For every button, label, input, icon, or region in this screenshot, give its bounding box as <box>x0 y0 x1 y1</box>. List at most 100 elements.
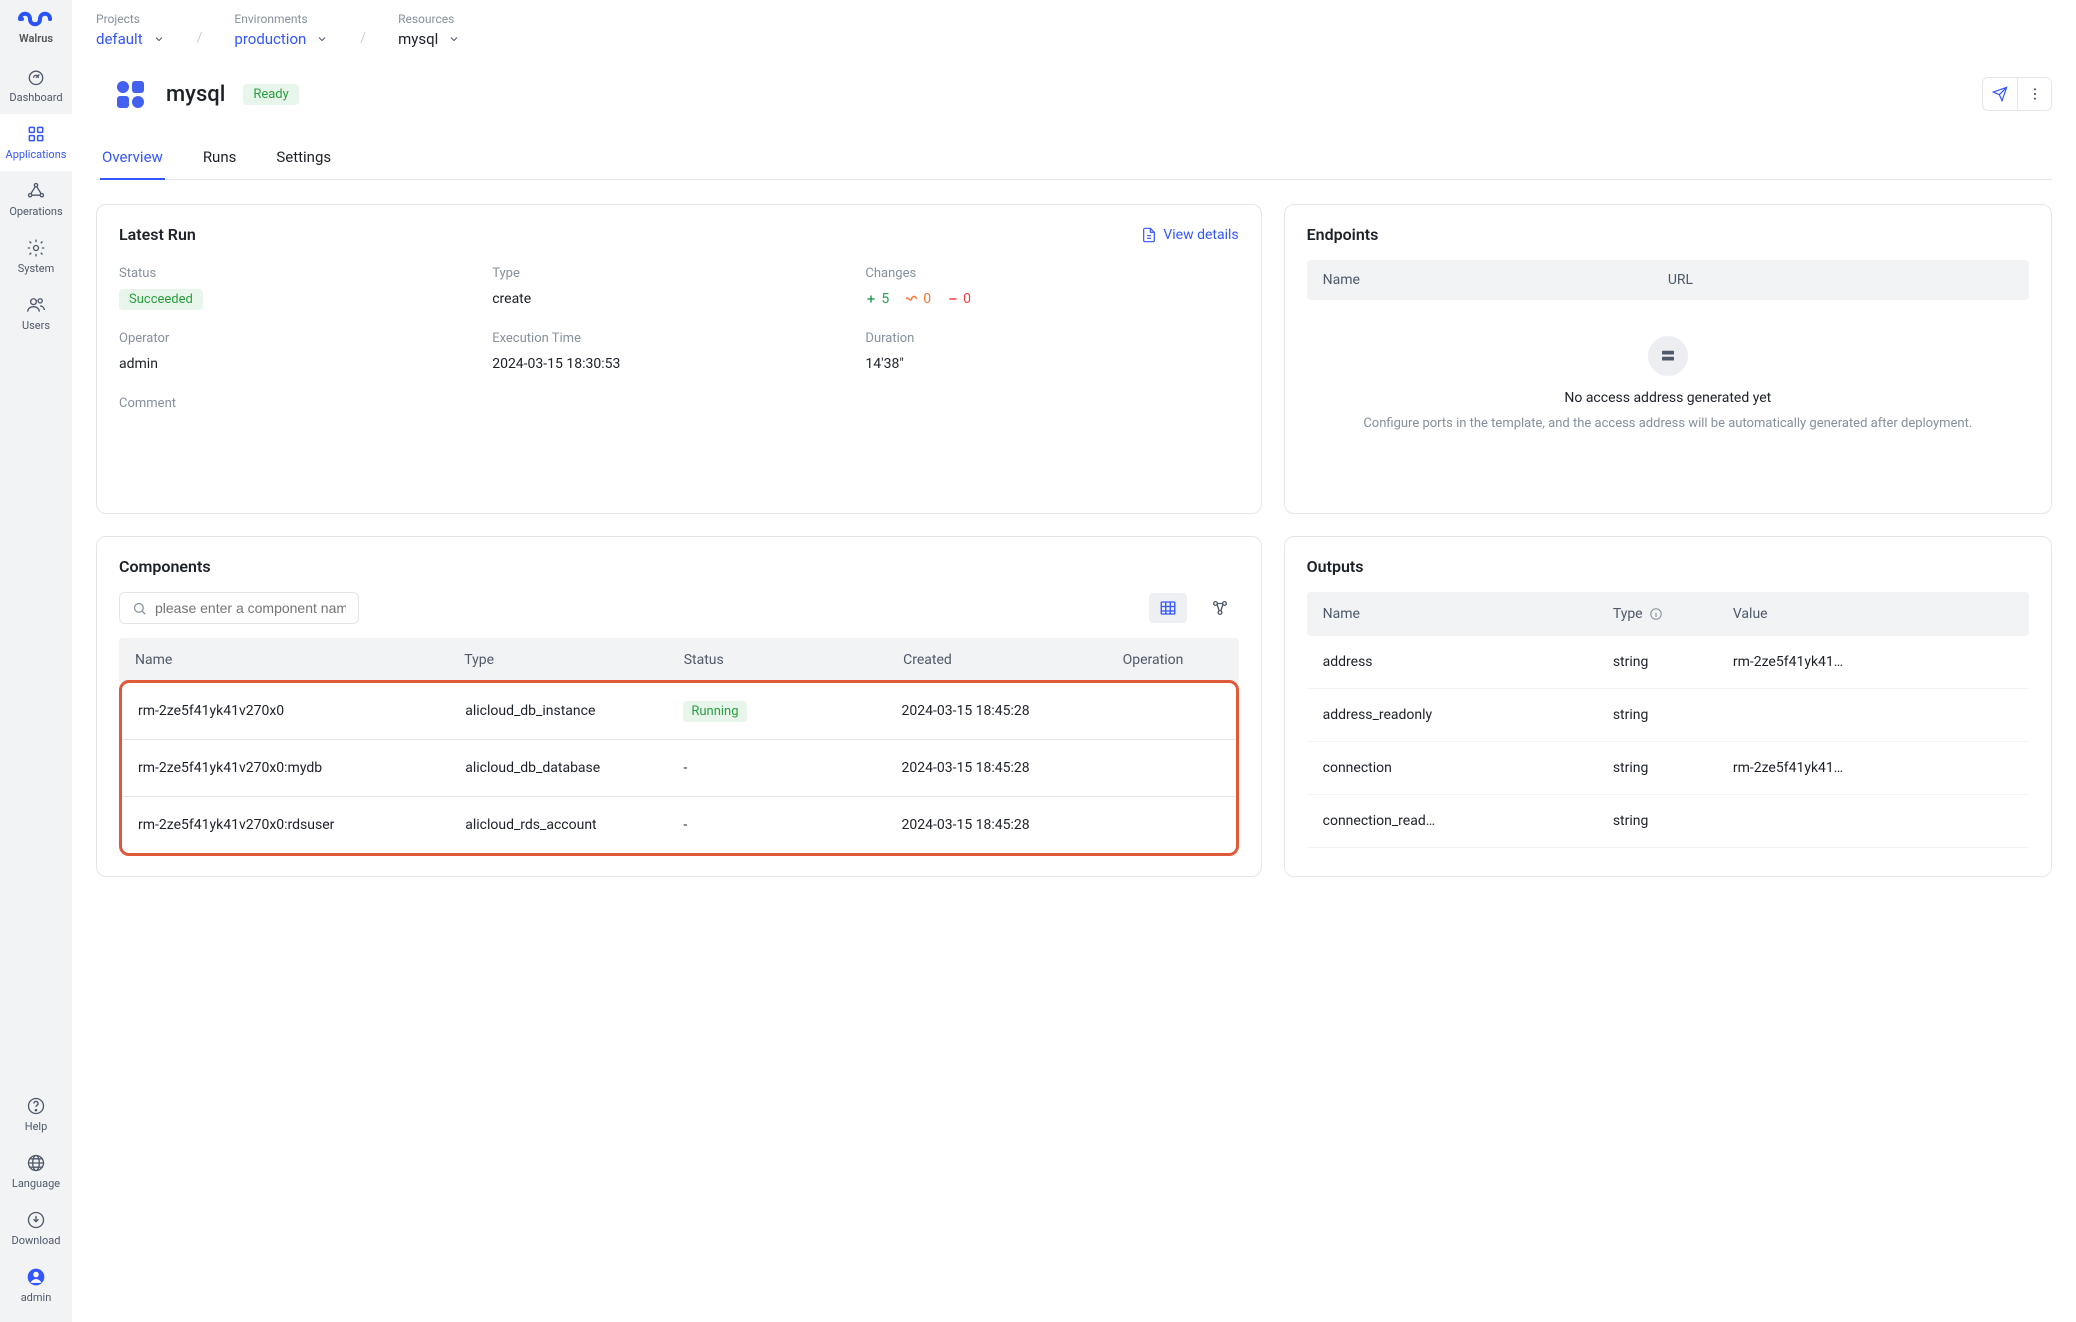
component-search-input[interactable] <box>155 600 346 616</box>
latest-run-card: Latest Run View details Status Succeeded… <box>96 204 1262 514</box>
col-type: Type <box>1613 606 1643 622</box>
help-icon <box>26 1096 46 1116</box>
sidebar-item-label: Operations <box>9 205 62 218</box>
output-name: connection <box>1323 760 1613 776</box>
breadcrumb-separator: / <box>360 30 366 48</box>
breadcrumb-project-selector[interactable]: default <box>96 30 165 48</box>
output-type: string <box>1613 654 1733 670</box>
col-value: Value <box>1733 606 2013 622</box>
run-status-badge: Succeeded <box>119 289 203 310</box>
breadcrumb-environment-selector[interactable]: production <box>234 30 328 48</box>
sidebar-item-label: Users <box>22 319 50 332</box>
run-label-comment: Comment <box>119 396 1239 411</box>
table-row[interactable]: connection_read…string <box>1307 795 2029 848</box>
view-details-text: View details <box>1163 227 1238 243</box>
latest-run-title: Latest Run <box>119 225 196 244</box>
output-name: connection_read… <box>1323 813 1613 829</box>
sidebar-item-dashboard[interactable]: Dashboard <box>0 57 72 114</box>
chevron-down-icon <box>153 33 165 45</box>
table-row[interactable]: rm-2ze5f41yk41v270x0:rdsuseralicloud_rds… <box>122 797 1236 853</box>
tab-settings[interactable]: Settings <box>274 142 333 179</box>
table-row[interactable]: address_readonlystring <box>1307 689 2029 742</box>
more-vertical-icon <box>2027 86 2043 102</box>
page-title-row: mysql Ready <box>112 76 2052 112</box>
sidebar-item-label: System <box>18 262 55 275</box>
component-type: alicloud_db_instance <box>465 703 683 719</box>
sidebar-item-admin[interactable]: admin <box>0 1257 72 1314</box>
view-details-link[interactable]: View details <box>1141 227 1238 243</box>
col-created: Created <box>903 652 1122 668</box>
run-label-operator: Operator <box>119 331 492 346</box>
logo[interactable]: Walrus <box>16 8 56 45</box>
database-icon <box>1648 336 1688 376</box>
search-icon <box>132 601 147 616</box>
resource-icon <box>112 76 148 112</box>
run-changes: 5 0 0 <box>865 291 1238 307</box>
status-badge: Ready <box>243 84 298 105</box>
components-table: Name Type Status Created Operation rm-2z… <box>119 638 1239 856</box>
sidebar-item-language[interactable]: Language <box>0 1143 72 1200</box>
table-row[interactable]: rm-2ze5f41yk41v270x0:mydbalicloud_db_dat… <box>122 740 1236 797</box>
resource-title: mysql <box>166 82 225 107</box>
deploy-button[interactable] <box>1983 78 2017 110</box>
endpoints-table-header: Name URL <box>1307 260 2029 300</box>
outputs-card: Outputs Name Type Value addressstringrm-… <box>1284 536 2052 877</box>
sidebar-item-system[interactable]: System <box>0 228 72 285</box>
component-created: 2024-03-15 18:45:28 <box>902 703 1120 719</box>
sidebar-item-download[interactable]: Download <box>0 1200 72 1257</box>
endpoints-empty-state: No access address generated yet Configur… <box>1307 300 2029 455</box>
tab-overview[interactable]: Overview <box>100 142 165 180</box>
sidebar-item-help[interactable]: Help <box>0 1086 72 1143</box>
col-status: Status <box>684 652 903 668</box>
output-type: string <box>1613 813 1733 829</box>
breadcrumb-label-resources: Resources <box>398 12 460 26</box>
sidebar-item-applications[interactable]: Applications <box>0 114 72 171</box>
component-operation <box>1120 703 1220 719</box>
info-icon[interactable] <box>1649 607 1663 621</box>
output-type: string <box>1613 760 1733 776</box>
main-content: Projects default / Environments producti… <box>72 0 2076 1322</box>
table-row[interactable]: rm-2ze5f41yk41v270x0alicloud_db_instance… <box>122 683 1236 740</box>
output-type: string <box>1613 707 1733 723</box>
component-search[interactable] <box>119 592 359 624</box>
col-name: Name <box>1323 606 1613 622</box>
users-icon <box>26 295 46 315</box>
globe-icon <box>26 1153 46 1173</box>
table-row[interactable]: connectionstringrm-2ze5f41yk41… <box>1307 742 2029 795</box>
view-graph-button[interactable] <box>1201 593 1239 623</box>
component-name: rm-2ze5f41yk41v270x0:mydb <box>138 760 465 776</box>
run-label-type: Type <box>492 266 865 281</box>
run-label-duration: Duration <box>865 331 1238 346</box>
outputs-table: Name Type Value addressstringrm-2ze5f41y… <box>1307 592 2029 848</box>
outputs-table-header: Name Type Value <box>1307 592 2029 636</box>
breadcrumb-label-environments: Environments <box>234 12 328 26</box>
component-type: alicloud_db_database <box>465 760 683 776</box>
status-text: - <box>683 817 687 833</box>
breadcrumb-separator: / <box>197 30 203 48</box>
tab-runs[interactable]: Runs <box>201 142 239 179</box>
breadcrumb-label-projects: Projects <box>96 12 165 26</box>
col-type: Type <box>464 652 683 668</box>
sidebar-item-label: Applications <box>6 148 67 161</box>
breadcrumb-resource-selector[interactable]: mysql <box>398 30 460 48</box>
user-avatar-icon <box>26 1267 46 1287</box>
component-name: rm-2ze5f41yk41v270x0 <box>138 703 465 719</box>
table-row[interactable]: addressstringrm-2ze5f41yk41… <box>1307 636 2029 689</box>
breadcrumb-environment-value: production <box>234 30 306 48</box>
output-name: address_readonly <box>1323 707 1613 723</box>
breadcrumb-project-value: default <box>96 30 143 48</box>
view-table-button[interactable] <box>1149 593 1187 623</box>
sidebar-item-users[interactable]: Users <box>0 285 72 342</box>
more-actions-button[interactable] <box>2017 78 2051 110</box>
walrus-logo-icon <box>16 8 56 30</box>
tabs: Overview Runs Settings <box>96 142 2052 180</box>
send-icon <box>1992 86 2008 102</box>
component-created: 2024-03-15 18:45:28 <box>902 817 1120 833</box>
changes-delete: 0 <box>947 291 971 307</box>
output-value: rm-2ze5f41yk41… <box>1733 760 2013 776</box>
component-type: alicloud_rds_account <box>465 817 683 833</box>
breadcrumb-resource-value: mysql <box>398 30 438 48</box>
sidebar-item-operations[interactable]: Operations <box>0 171 72 228</box>
endpoints-empty-title: No access address generated yet <box>1327 390 2009 406</box>
breadcrumb: Projects default / Environments producti… <box>96 12 2052 48</box>
